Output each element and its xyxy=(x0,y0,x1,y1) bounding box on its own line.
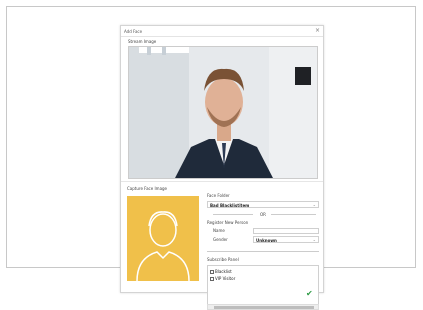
or-divider-left xyxy=(213,214,253,215)
or-label: OR xyxy=(260,212,266,217)
gender-value: Unknown xyxy=(256,238,277,243)
chevron-down-icon: ⌄ xyxy=(312,237,316,242)
scroll-thumb[interactable] xyxy=(214,306,314,309)
checkbox-icon[interactable] xyxy=(210,277,214,281)
subscribe-item-label: Blacklist xyxy=(215,269,232,274)
confirm-check-icon[interactable]: ✔ xyxy=(306,289,313,298)
subscribe-label: Subscribe Panel xyxy=(207,257,239,262)
gender-label: Gender xyxy=(213,237,228,242)
stream-photo xyxy=(129,47,317,178)
or-divider-right xyxy=(271,214,316,215)
name-label: Name xyxy=(213,228,225,233)
person-placeholder-icon xyxy=(136,211,190,282)
stream-image xyxy=(128,46,318,179)
capture-face-label: Capture Face Image xyxy=(127,186,168,191)
face-folder-select[interactable]: Bad Blacklistitem ⌄ xyxy=(207,201,319,208)
stream-image-label: Stream Image xyxy=(128,39,157,44)
subscribe-divider xyxy=(207,251,319,252)
dialog-title: Add Face xyxy=(124,29,143,34)
register-label: Register New Person xyxy=(207,220,249,225)
horizontal-scrollbar[interactable] xyxy=(207,304,319,310)
gender-select[interactable]: Unknown ⌄ xyxy=(253,236,319,243)
checkbox-icon[interactable] xyxy=(210,270,214,274)
name-input[interactable] xyxy=(253,228,319,234)
face-folder-value: Bad Blacklistitem xyxy=(210,203,250,208)
add-face-dialog: Add Face × Stream Image Capture Face Ima… xyxy=(120,25,324,310)
face-folder-label: Face Folder xyxy=(207,193,230,198)
subscribe-item-vip[interactable]: VIP Visitor xyxy=(210,276,235,281)
dialog-titlebar: Add Face × xyxy=(121,26,323,37)
subscribe-item-blacklist[interactable]: Blacklist xyxy=(210,269,232,274)
section-divider xyxy=(121,181,323,182)
subscribe-item-label: VIP Visitor xyxy=(215,276,236,281)
captured-face-placeholder xyxy=(127,196,199,282)
chevron-down-icon: ⌄ xyxy=(312,202,316,207)
close-icon[interactable]: × xyxy=(315,27,320,34)
